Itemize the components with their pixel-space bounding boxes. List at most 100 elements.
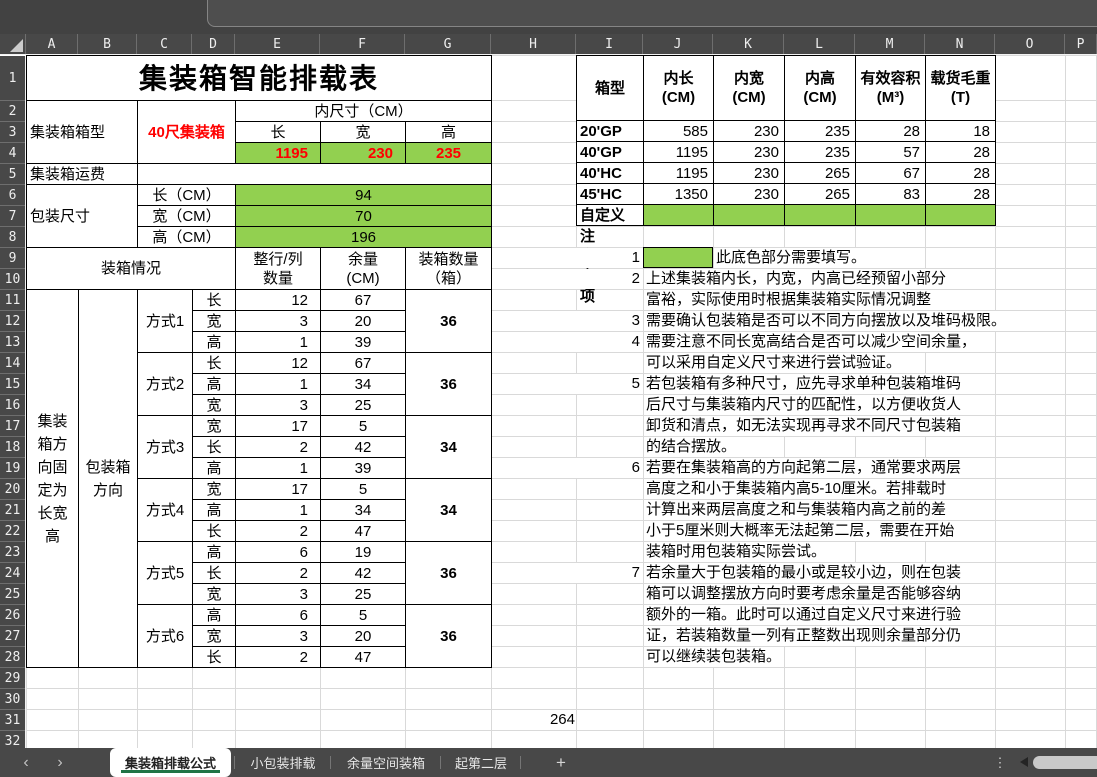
mode6-dim-label[interactable]: 高 [193, 605, 236, 626]
select-all-corner[interactable] [0, 34, 26, 54]
package-width-value[interactable]: 70 [236, 206, 492, 227]
mode6-remainder-value[interactable]: 20 [321, 626, 406, 647]
mode4-remainder-value[interactable]: 47 [321, 521, 406, 542]
mode3-dim-label[interactable]: 宽 [193, 416, 236, 437]
mode-name-5[interactable]: 方式5 [138, 542, 193, 605]
mode5-dim-label[interactable]: 高 [193, 542, 236, 563]
column-header-N[interactable]: N [925, 34, 995, 54]
mode2-remainder-value[interactable]: 25 [321, 395, 406, 416]
mode2-count-value[interactable]: 3 [236, 395, 321, 416]
type-40'HC-value-4[interactable]: 28 [926, 163, 996, 184]
row-header-8[interactable]: 8 [0, 227, 25, 248]
mode-name-2[interactable]: 方式2 [138, 353, 193, 416]
freight-label[interactable]: 集装箱运费 [27, 164, 138, 185]
row-header-12[interactable]: 12 [0, 311, 25, 332]
mode4-count-value[interactable]: 1 [236, 500, 321, 521]
row-header-27[interactable]: 27 [0, 626, 25, 647]
row-header-5[interactable]: 5 [0, 164, 25, 185]
column-header-M[interactable]: M [855, 34, 925, 54]
type-40'HC-value-1[interactable]: 230 [714, 163, 785, 184]
package-length-label[interactable]: 长（CM） [138, 185, 236, 206]
type-自定义-value-1[interactable] [714, 205, 785, 226]
type-45'HC-value-2[interactable]: 265 [785, 184, 856, 205]
type-20'GP-value-0[interactable]: 585 [644, 121, 714, 142]
types-header-type[interactable]: 箱型 [577, 56, 644, 121]
mode-name-6[interactable]: 方式6 [138, 605, 193, 668]
mode2-dim-label[interactable]: 宽 [193, 395, 236, 416]
row-header-7[interactable]: 7 [0, 206, 25, 227]
column-header-B[interactable]: B [78, 34, 137, 54]
package-size-label[interactable]: 包装尺寸 [27, 185, 138, 248]
row-header-2[interactable]: 2 [0, 101, 25, 122]
freight-value-cell[interactable] [138, 164, 492, 185]
row-header-24[interactable]: 24 [0, 563, 25, 584]
hscroll-left-arrow-icon[interactable] [1020, 757, 1028, 767]
mode3-total-boxes[interactable]: 34 [406, 416, 492, 479]
type-name-20'GP[interactable]: 20'GP [577, 121, 644, 142]
row-header-25[interactable]: 25 [0, 584, 25, 605]
mode-name-3[interactable]: 方式3 [138, 416, 193, 479]
type-name-自定义[interactable]: 自定义 [577, 205, 644, 226]
mode2-count-value[interactable]: 1 [236, 374, 321, 395]
type-40'GP-value-4[interactable]: 28 [926, 142, 996, 163]
mode1-total-boxes[interactable]: 36 [406, 290, 492, 353]
mode5-remainder-value[interactable]: 19 [321, 542, 406, 563]
type-20'GP-value-2[interactable]: 235 [785, 121, 856, 142]
rows-count-header[interactable]: 整行/列 数量 [236, 248, 321, 290]
mode1-remainder-value[interactable]: 67 [321, 290, 406, 311]
type-自定义-value-0[interactable] [644, 205, 714, 226]
type-20'GP-value-1[interactable]: 230 [714, 121, 785, 142]
mode3-remainder-value[interactable]: 42 [321, 437, 406, 458]
row-header-30[interactable]: 30 [0, 689, 25, 710]
sheet-tab-qidierceng[interactable]: 起第二层 [446, 748, 516, 777]
column-header-H[interactable]: H [491, 34, 576, 54]
mode3-count-value[interactable]: 17 [236, 416, 321, 437]
column-header-C[interactable]: C [137, 34, 192, 54]
mode-name-1[interactable]: 方式1 [138, 290, 193, 353]
mode6-count-value[interactable]: 3 [236, 626, 321, 647]
sheet-tab-yuliang[interactable]: 余量空间装箱 [336, 748, 436, 777]
mode6-dim-label[interactable]: 宽 [193, 626, 236, 647]
inner-dim-header[interactable]: 内尺寸（CM） [236, 101, 492, 122]
mode2-total-boxes[interactable]: 36 [406, 353, 492, 416]
column-header-G[interactable]: G [405, 34, 491, 54]
row-header-29[interactable]: 29 [0, 668, 25, 689]
mode5-total-boxes[interactable]: 36 [406, 542, 492, 605]
mode1-count-value[interactable]: 3 [236, 311, 321, 332]
row-header-20[interactable]: 20 [0, 479, 25, 500]
mode6-remainder-value[interactable]: 47 [321, 647, 406, 668]
row-header-4[interactable]: 4 [0, 143, 25, 164]
mode4-count-value[interactable]: 17 [236, 479, 321, 500]
mode4-dim-label[interactable]: 长 [193, 521, 236, 542]
mode-name-4[interactable]: 方式4 [138, 479, 193, 542]
mode4-dim-label[interactable]: 高 [193, 500, 236, 521]
type-40'GP-value-1[interactable]: 230 [714, 142, 785, 163]
row-header-11[interactable]: 11 [0, 290, 25, 311]
types-header-volume[interactable]: 有效容积 (M³) [856, 56, 926, 121]
row-header-3[interactable]: 3 [0, 122, 25, 143]
tab-overflow-menu-icon[interactable]: ⋮ [992, 748, 1008, 777]
mode5-dim-label[interactable]: 宽 [193, 584, 236, 605]
inner-length-value[interactable]: 1195 [236, 143, 321, 164]
type-40'HC-value-2[interactable]: 265 [785, 163, 856, 184]
horizontal-scrollbar-thumb[interactable] [1033, 756, 1097, 769]
type-45'HC-value-4[interactable]: 28 [926, 184, 996, 205]
inner-height-value[interactable]: 235 [406, 143, 492, 164]
mode4-dim-label[interactable]: 宽 [193, 479, 236, 500]
remainder-header[interactable]: 余量 (CM) [321, 248, 406, 290]
mode2-remainder-value[interactable]: 34 [321, 374, 406, 395]
mode6-dim-label[interactable]: 长 [193, 647, 236, 668]
mode4-remainder-value[interactable]: 5 [321, 479, 406, 500]
mode1-remainder-value[interactable]: 20 [321, 311, 406, 332]
types-header-length[interactable]: 内长 (CM) [644, 56, 714, 121]
column-header-A[interactable]: A [26, 34, 78, 54]
mode3-dim-label[interactable]: 长 [193, 437, 236, 458]
type-45'HC-value-0[interactable]: 1350 [644, 184, 714, 205]
mode2-dim-label[interactable]: 长 [193, 353, 236, 374]
type-name-45'HC[interactable]: 45'HC [577, 184, 644, 205]
note-highlight-swatch[interactable] [643, 247, 713, 268]
mode3-count-value[interactable]: 1 [236, 458, 321, 479]
column-header-I[interactable]: I [576, 34, 643, 54]
loading-status-header[interactable]: 装箱情况 [27, 248, 236, 290]
type-20'GP-value-4[interactable]: 18 [926, 121, 996, 142]
